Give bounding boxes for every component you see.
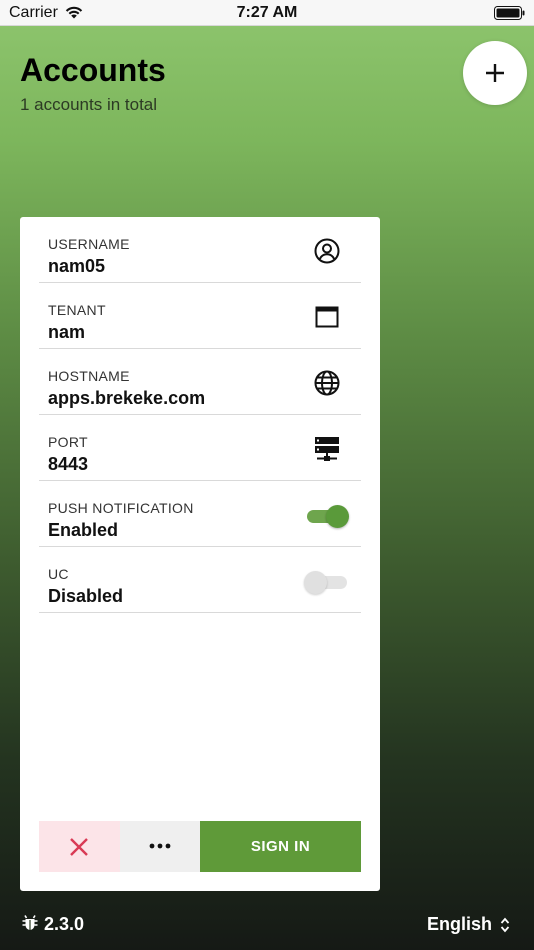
field-value: nam [48, 322, 86, 342]
push-notification-field: PUSH NOTIFICATION Enabled [39, 481, 361, 547]
battery-icon [494, 6, 525, 20]
server-icon [315, 437, 339, 461]
field-label: USERNAME [48, 236, 130, 252]
more-options-button[interactable] [120, 821, 200, 872]
field-value: Enabled [48, 520, 119, 540]
globe-icon [314, 370, 340, 396]
field-label: TENANT [48, 302, 106, 318]
field-value: 8443 [48, 454, 89, 474]
account-actions: SIGN IN [39, 821, 361, 872]
close-icon [70, 838, 88, 856]
version-label: 2.3.0 [44, 914, 85, 934]
field-value: apps.brekeke.com [48, 388, 206, 408]
field-label: UC [48, 566, 69, 582]
page-title: Accounts [20, 52, 166, 88]
toggle-knob [304, 571, 327, 594]
language-label: English [426, 914, 492, 934]
plus-icon [486, 64, 504, 82]
field-label: HOSTNAME [48, 368, 130, 384]
window-icon [315, 306, 339, 328]
username-field[interactable]: USERNAME nam05 [39, 217, 361, 283]
port-field[interactable]: PORT 8443 [39, 415, 361, 481]
uc-toggle[interactable] [304, 571, 347, 594]
delete-account-button[interactable] [39, 821, 120, 872]
more-horizontal-icon [149, 843, 171, 849]
chevron-up-down-icon [500, 917, 510, 933]
field-label: PORT [48, 434, 88, 450]
add-account-button[interactable] [463, 41, 527, 105]
field-value: Disabled [48, 586, 124, 606]
tenant-field[interactable]: TENANT nam [39, 283, 361, 349]
status-bar: Carrier 7:27 AM [0, 0, 534, 26]
user-circle-icon [314, 238, 340, 264]
account-card: USERNAME nam05 TENANT nam HOSTNAME apps.… [20, 217, 380, 891]
uc-field: UC Disabled [39, 547, 361, 613]
sign-in-button[interactable]: SIGN IN [200, 821, 361, 872]
bug-icon [22, 915, 38, 930]
field-value: nam05 [48, 256, 106, 276]
clock: 7:27 AM [236, 4, 298, 21]
hostname-field[interactable]: HOSTNAME apps.brekeke.com [39, 349, 361, 415]
push-notification-toggle[interactable] [307, 505, 349, 528]
field-label: PUSH NOTIFICATION [48, 500, 194, 516]
accounts-count: 1 accounts in total [20, 95, 158, 114]
toggle-knob [326, 505, 349, 528]
